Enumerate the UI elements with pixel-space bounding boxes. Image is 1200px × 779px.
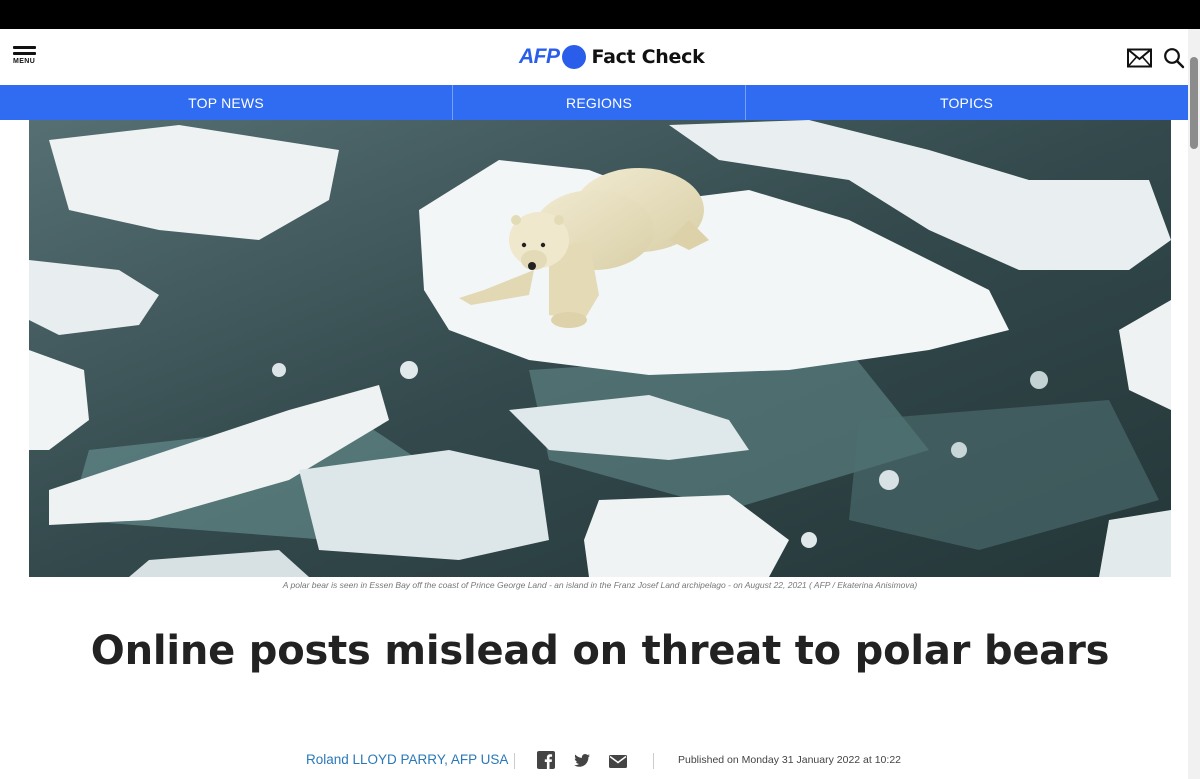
browser-top-bar [0, 0, 1200, 29]
site-title: Fact Check [591, 46, 705, 68]
afp-logo-dot [561, 45, 586, 69]
article-title: Online posts mislead on threat to polar … [90, 628, 1110, 674]
article-photo [29, 120, 1171, 577]
hamburger-icon-bar [13, 52, 36, 55]
byline-divider [653, 753, 654, 769]
published-date: Published on Monday 31 January 2022 at 1… [678, 754, 901, 766]
site-header: MENU AFP Fact Check [0, 29, 1188, 85]
twitter-icon[interactable] [574, 754, 590, 772]
author-link[interactable]: Roland LLOYD PARRY, AFP USA [306, 752, 508, 767]
menu-label: MENU [13, 58, 36, 65]
scrollbar-thumb[interactable] [1190, 57, 1198, 149]
hamburger-icon [13, 46, 36, 49]
tab-regions[interactable]: REGIONS [453, 85, 746, 120]
facebook-icon[interactable] [537, 751, 555, 774]
menu-button[interactable]: MENU [13, 46, 39, 70]
search-icon[interactable] [1163, 47, 1185, 69]
main-nav: TOP NEWS REGIONS TOPICS [0, 85, 1188, 120]
tab-topics[interactable]: TOPICS [746, 85, 1187, 120]
site-logo[interactable]: AFP Fact Check [519, 43, 705, 71]
article-byline: Roland LLOYD PARRY, AFP USA Published on… [0, 748, 1200, 774]
mail-icon[interactable] [1127, 48, 1152, 68]
byline-divider [514, 753, 515, 769]
afp-logo-text: AFP [519, 45, 560, 68]
email-icon[interactable] [609, 755, 627, 773]
photo-caption: A polar bear is seen in Essen Bay off th… [282, 580, 918, 590]
tab-top-news[interactable]: TOP NEWS [0, 85, 453, 120]
